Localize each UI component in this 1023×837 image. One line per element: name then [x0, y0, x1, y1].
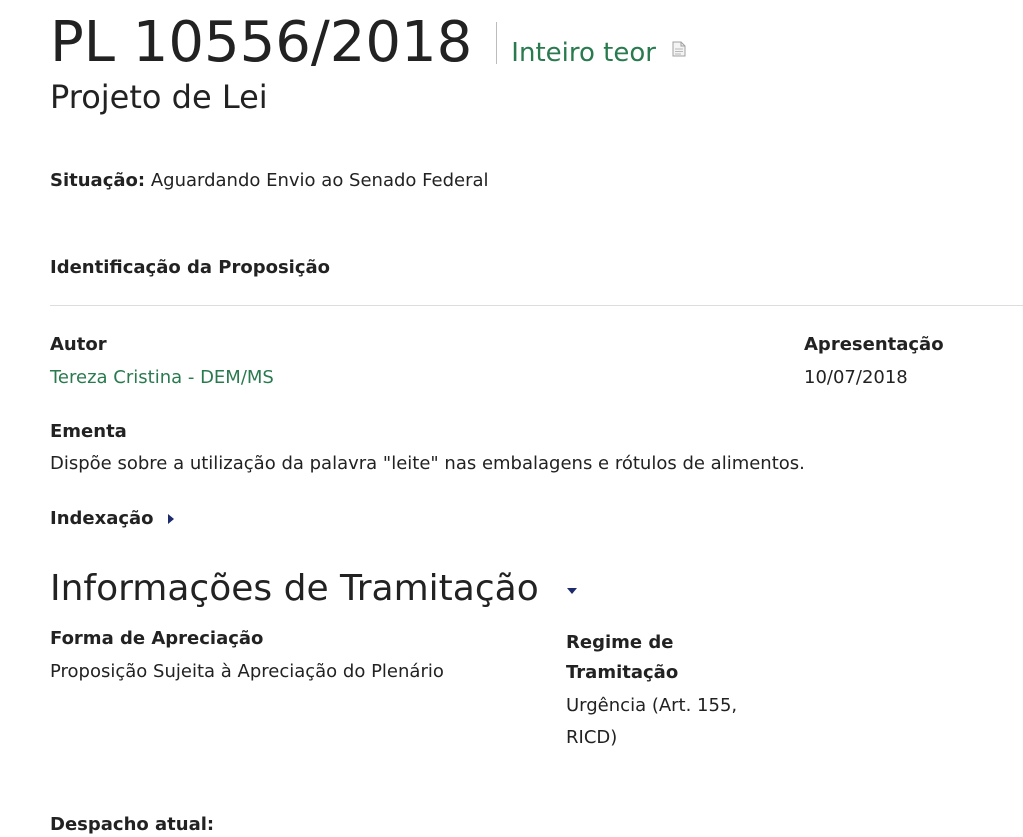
tramitation-toggle[interactable]: Informações de Tramitação [50, 568, 577, 609]
identification-heading: Identificação da Proposição [50, 257, 331, 278]
summary-text: Dispõe sobre a utilização da palavra "le… [50, 453, 805, 474]
tramitation-heading: Informações de Tramitação [50, 568, 539, 609]
presentation-date: 10/07/2018 [804, 367, 908, 388]
proposition-number: PL 10556/2018 [50, 10, 473, 75]
status-label: Situação: [50, 170, 146, 191]
caret-right-icon [167, 513, 174, 524]
presentation-label: Apresentação [804, 334, 944, 355]
full-text-link[interactable]: Inteiro teor [511, 38, 656, 68]
status-line: Situação: Aguardando Envio ao Senado Fed… [50, 170, 489, 191]
summary-label: Ementa [50, 421, 127, 442]
status-value: Aguardando Envio ao Senado Federal [150, 170, 489, 191]
author-link[interactable]: Tereza Cristina - DEM/MS [50, 367, 274, 388]
indexing-label: Indexação [50, 508, 154, 529]
document-icon[interactable] [672, 41, 686, 57]
appreciation-form-value: Proposição Sujeita à Apreciação do Plená… [50, 661, 444, 682]
section-divider [50, 305, 1023, 306]
proposition-type: Projeto de Lei [50, 78, 268, 116]
regime-label: Regime de Tramitação [566, 632, 679, 683]
title-separator [496, 21, 498, 64]
author-label: Autor [50, 334, 107, 355]
indexing-toggle[interactable]: Indexação [50, 508, 174, 529]
appreciation-form-label: Forma de Apreciação [50, 628, 264, 649]
title-row: PL 10556/2018 Inteiro teor [50, 10, 686, 75]
current-dispatch-label: Despacho atual: [50, 814, 215, 835]
caret-down-icon [566, 587, 577, 594]
regime-value: Urgência (Art. 155, RICD) [566, 695, 738, 748]
